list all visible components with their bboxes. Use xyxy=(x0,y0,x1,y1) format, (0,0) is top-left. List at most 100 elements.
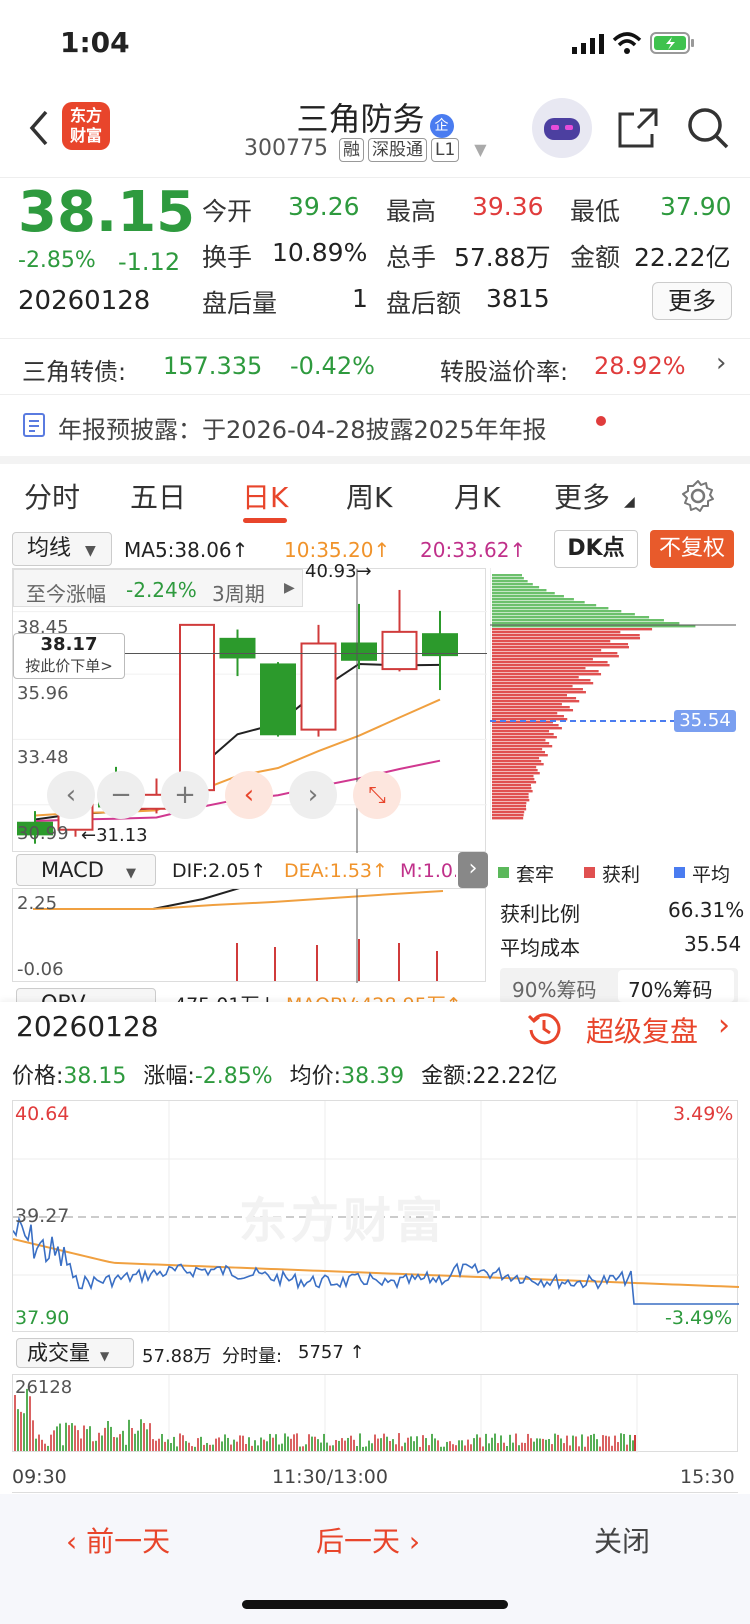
chip-bar xyxy=(492,805,527,808)
range-change-box[interactable]: 至今涨幅 -2.24% 3周期 ▶ xyxy=(13,569,303,607)
stock-code-row[interactable]: 300775 融深股通 L1 ▼ xyxy=(244,136,487,162)
dropdown-icon: ▼ xyxy=(474,140,487,159)
legend-trapped: 套牢 xyxy=(516,864,555,886)
robot-avatar[interactable] xyxy=(532,98,592,158)
chip-bar xyxy=(492,616,650,619)
open-value: 39.26 xyxy=(288,192,360,221)
select-caret-icon: ▼ xyxy=(100,1349,110,1363)
crosshair-price: 38.17 xyxy=(40,634,98,655)
volume-select-label: 成交量 xyxy=(27,1341,90,1365)
amount-label: 金额 xyxy=(570,243,621,272)
next-day-button[interactable]: 后一天 › xyxy=(316,1520,420,1560)
crosshair-price-box[interactable]: 38.17 按此价下单> xyxy=(13,633,125,679)
stock-name: 三角防务 xyxy=(296,100,425,138)
macd-legend-row: MACD ▼ DIF:2.05↑ DEA:1.53↑ M:1.0... › xyxy=(0,852,490,888)
time-open: 09:30 xyxy=(12,1466,67,1488)
intraday-top-price: 40.64 xyxy=(15,1103,70,1125)
chip-bar xyxy=(492,778,535,781)
next-day-label: 后一天 xyxy=(316,1525,401,1558)
stock-header: 东方 财富 三角防务 企 300775 融深股通 L1 ▼ xyxy=(0,90,750,178)
chip-bar xyxy=(492,739,546,742)
macd-select[interactable]: MACD ▼ xyxy=(16,854,156,886)
chip-bar xyxy=(492,757,540,760)
volume-total: 57.88万 xyxy=(142,1346,212,1367)
footer-bar: ‹ 前一天 后一天 › 关闭 xyxy=(0,1494,750,1624)
obv-select[interactable]: OBV xyxy=(16,988,156,1002)
chip-bar xyxy=(492,742,550,745)
report-icon xyxy=(22,412,46,442)
adjust-rights-button[interactable]: 不复权 xyxy=(650,530,734,568)
macd-dea: DEA:1.53↑ xyxy=(284,860,388,882)
zoom-in-icon[interactable]: + xyxy=(161,771,209,819)
macd-expand-icon[interactable]: › xyxy=(458,852,488,888)
volume-minute-value: 5757 ↑ xyxy=(298,1342,365,1363)
candle-body xyxy=(422,633,458,657)
zoom-out-icon[interactable]: − xyxy=(97,771,145,819)
scroll-left-far-icon[interactable]: ‹ xyxy=(47,771,95,819)
tab-daily-k[interactable]: 日K xyxy=(242,476,288,516)
avg-value: 38.39 xyxy=(341,1064,405,1089)
chip-bar xyxy=(492,580,528,583)
volume-value: 57.88万 xyxy=(454,243,551,272)
obv-legend-row: OBV 475.01万↓ MAOBV:428.95万↑ xyxy=(0,988,750,1002)
volume-max: 26128 xyxy=(15,1377,73,1398)
range-value: -2.24% xyxy=(126,578,197,602)
chip-bar xyxy=(492,793,529,796)
tag-connect: 深股通 xyxy=(367,138,427,162)
volume-select[interactable]: 成交量 ▼ xyxy=(16,1338,134,1368)
turnover-value: 10.89% xyxy=(272,238,368,267)
prev-candle-icon[interactable]: ‹ xyxy=(225,771,273,819)
chip-bar xyxy=(492,598,574,601)
intraday-date: 20260128 xyxy=(16,1010,159,1043)
more-button[interactable]: 更多 xyxy=(652,282,732,320)
chip-bar xyxy=(492,610,622,613)
share-icon[interactable] xyxy=(616,106,660,154)
crosshair-hint: 按此价下单> xyxy=(25,657,113,675)
intraday-bottom-pct: -3.49% xyxy=(665,1307,733,1329)
wifi-icon xyxy=(612,32,642,58)
intraday-prev-close: 39.27 xyxy=(15,1205,70,1227)
prev-day-button[interactable]: ‹ 前一天 xyxy=(66,1520,170,1560)
close-button[interactable]: 关闭 xyxy=(594,1520,650,1560)
kline-chart[interactable]: 至今涨幅 -2.24% 3周期 ▶ 38.45 38.17 按此价下单> 35.… xyxy=(12,561,487,853)
avg-cost-tag: 35.54 xyxy=(674,710,736,732)
annual-report-notice[interactable]: 年报预披露：于2026-04-28披露2025年年报 xyxy=(0,394,750,456)
intraday-stats: 价格:38.15 涨幅:-2.85% 均价:38.39 金额:22.22亿 xyxy=(12,1058,557,1090)
intraday-replay-panel: 20260128 超级复盘 › 价格:38.15 涨幅:-2.85% 均价:38… xyxy=(0,1002,750,1624)
dea-line xyxy=(33,890,444,910)
amount-value: 22.22亿 xyxy=(472,1064,558,1089)
ma-legend-row: 均线 ▼ MA5:38.06↑ 10:35.20↑ 20:33.62↑ DK点 不… xyxy=(0,530,750,570)
convertible-bond-row[interactable]: 三角转债: 157.335 -0.42% 转股溢价率: 28.92% › xyxy=(0,338,750,394)
battery-icon xyxy=(650,31,696,59)
search-icon[interactable] xyxy=(686,106,730,154)
next-candle-icon[interactable]: › xyxy=(289,771,337,819)
super-replay-link[interactable]: 超级复盘 xyxy=(586,1010,698,1050)
chip-bar xyxy=(492,769,538,772)
active-tab-indicator xyxy=(243,518,287,523)
chip-legend: 套牢 获利 平均 xyxy=(494,858,744,888)
chip-bar xyxy=(492,796,529,799)
chip-bar xyxy=(492,760,542,763)
dk-point-button[interactable]: DK点 xyxy=(554,530,638,568)
expand-icon[interactable]: ⤡ xyxy=(353,771,401,819)
intraday-volume-svg xyxy=(14,1375,638,1453)
tab-weekly-k[interactable]: 周K xyxy=(346,476,392,516)
chip-bar xyxy=(492,634,640,637)
tab-more[interactable]: 更多 xyxy=(554,476,610,516)
stock-code: 300775 xyxy=(244,136,328,161)
price-value: 38.15 xyxy=(63,1064,127,1089)
open-label: 今开 xyxy=(202,197,253,226)
chip-bar xyxy=(492,646,629,649)
chip-bar xyxy=(492,766,537,769)
intraday-volume-chart[interactable]: 26128 xyxy=(12,1374,738,1453)
ma-select[interactable]: 均线 ▼ xyxy=(12,532,112,566)
tab-intraday[interactable]: 分时 xyxy=(24,476,80,516)
notice-text: 年报预披露：于2026-04-28披露2025年年报 xyxy=(58,416,547,444)
tab-five-day[interactable]: 五日 xyxy=(130,476,186,516)
intraday-price-chart[interactable]: 东方财富 40.64 39.27 37.90 3.49% -3.49% xyxy=(12,1100,740,1333)
macd-chart[interactable]: 2.25 -0.06 xyxy=(12,866,486,983)
chip-distribution[interactable]: 35.54 xyxy=(489,568,738,852)
obv-select-label: OBV xyxy=(41,991,86,1002)
settings-gear-icon[interactable] xyxy=(680,478,716,518)
tab-monthly-k[interactable]: 月K xyxy=(454,476,500,516)
